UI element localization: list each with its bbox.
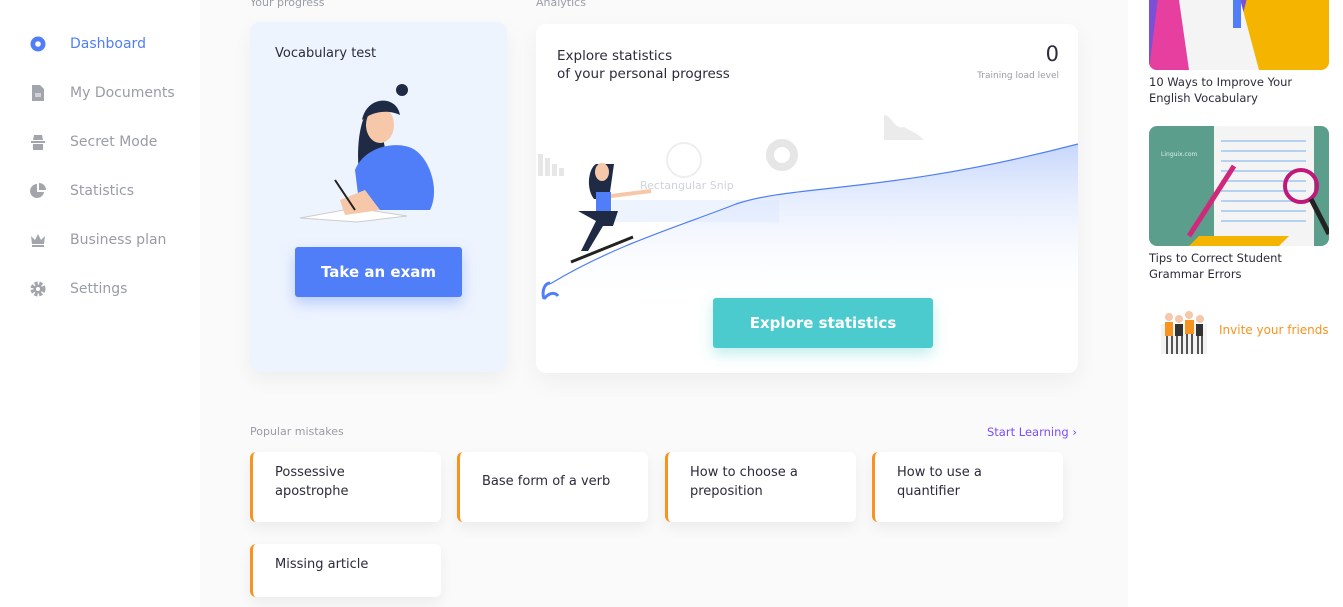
sidebar-item-label: Statistics [70,183,134,199]
decorative-bars-icon [538,154,564,176]
article-title[interactable]: Tips to Correct Student Grammar Errors [1149,250,1329,282]
training-load-value: 0 [1045,42,1059,66]
sidebar-item-business-plan[interactable]: Business plan [30,230,166,250]
crown-icon [30,232,46,248]
sidebar-item-label: Secret Mode [70,134,158,150]
dashboard-circle-icon [30,36,46,52]
progress-curve-graphic [538,115,1078,304]
thumbs-up-icon [666,142,702,178]
invite-friends-label: Invite your friends [1219,323,1329,337]
section-label-analytics: Analytics [536,0,586,9]
sidebar-item-label: Dashboard [70,36,146,52]
donut-chart-icon [766,139,798,171]
invite-friends-link[interactable]: Invite your friends [1155,304,1329,356]
card-title: Vocabulary test [275,46,377,61]
start-learning-link[interactable]: Start Learning › [987,425,1077,439]
explore-statistics-button[interactable]: Explore statistics [713,298,933,348]
mistake-card[interactable]: Possessive apostrophe [250,452,441,522]
linguix-logo: Linguix.com [1161,151,1198,158]
friends-group-illustration [1161,311,1207,354]
mistake-card[interactable]: How to use a quantifier [872,452,1063,522]
analytics-card: Explore statistics of your personal prog… [536,24,1078,373]
gear-icon [30,281,46,297]
take-exam-button[interactable]: Take an exam [295,247,462,297]
section-label-mistakes: Popular mistakes [250,425,344,438]
sidebar-item-settings[interactable]: Settings [30,279,127,299]
pie-chart-icon [30,183,46,199]
rectangular-snip-overlay: Rectangular Snip [640,179,734,192]
mistake-card[interactable]: Base form of a verb [457,452,648,522]
analytics-title: Explore statistics of your personal prog… [557,48,730,82]
mistake-card[interactable]: How to choose a preposition [665,452,856,522]
sidebar-item-dashboard[interactable]: Dashboard [30,34,146,54]
article-title[interactable]: 10 Ways to Improve Your English Vocabula… [1149,74,1329,106]
vocabulary-test-card: Vocabulary test Take an exam [250,22,507,372]
sidebar-item-secret-mode[interactable]: Secret Mode [30,132,157,152]
area-chart-icon [884,115,924,140]
document-icon [30,85,46,101]
sidebar-item-label: Business plan [70,232,167,248]
sidebar-item-label: Settings [70,281,128,297]
sidebar-item-my-documents[interactable]: My Documents [30,83,175,103]
sidebar-item-label: My Documents [70,85,175,101]
article-image-vocabulary[interactable] [1149,0,1329,70]
sidebar: Dashboard My Documents Secret Mode Stati… [0,0,200,607]
article-image-grammar[interactable]: Linguix.com [1149,126,1329,246]
sidebar-item-statistics[interactable]: Statistics [30,181,134,201]
section-label-progress: Your progress [250,0,325,9]
training-load-label: Training load level [977,71,1059,81]
mistake-card[interactable]: Missing article [250,544,441,597]
student-writing-illustration [300,84,435,223]
incognito-icon [30,134,46,150]
